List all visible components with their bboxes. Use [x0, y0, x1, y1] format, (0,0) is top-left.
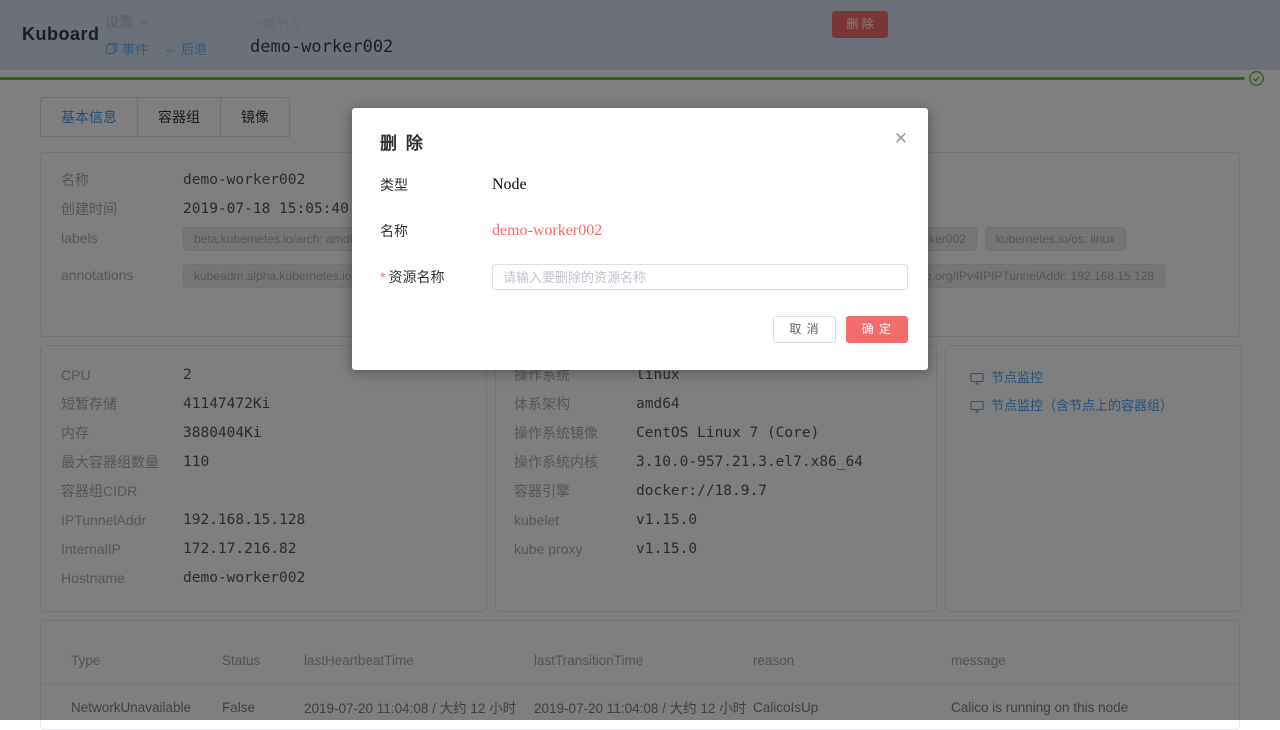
- dialog-row-type: 类型 Node: [372, 162, 908, 208]
- name-label: 名称: [380, 221, 492, 241]
- resource-name-label-text: 资源名称: [388, 269, 444, 285]
- dialog-row-resource-name: *资源名称: [372, 254, 908, 300]
- required-asterisk: *: [380, 269, 385, 285]
- name-value: demo-worker002: [492, 222, 602, 240]
- cancel-button[interactable]: 取 消: [773, 316, 835, 343]
- close-icon[interactable]: ✕: [892, 128, 910, 149]
- resource-name-label: *资源名称: [380, 267, 492, 287]
- dialog-title: 删 除: [372, 108, 908, 154]
- resource-name-input[interactable]: [492, 264, 908, 290]
- type-label: 类型: [380, 175, 492, 195]
- dialog-row-name: 名称 demo-worker002: [372, 208, 908, 254]
- delete-dialog: 删 除 ✕ 类型 Node 名称 demo-worker002 *资源名称 取 …: [352, 108, 928, 370]
- dialog-footer: 取 消 确 定: [372, 316, 908, 343]
- confirm-button[interactable]: 确 定: [846, 316, 908, 343]
- type-value: Node: [492, 176, 527, 194]
- dialog-body: 类型 Node 名称 demo-worker002 *资源名称: [372, 162, 908, 300]
